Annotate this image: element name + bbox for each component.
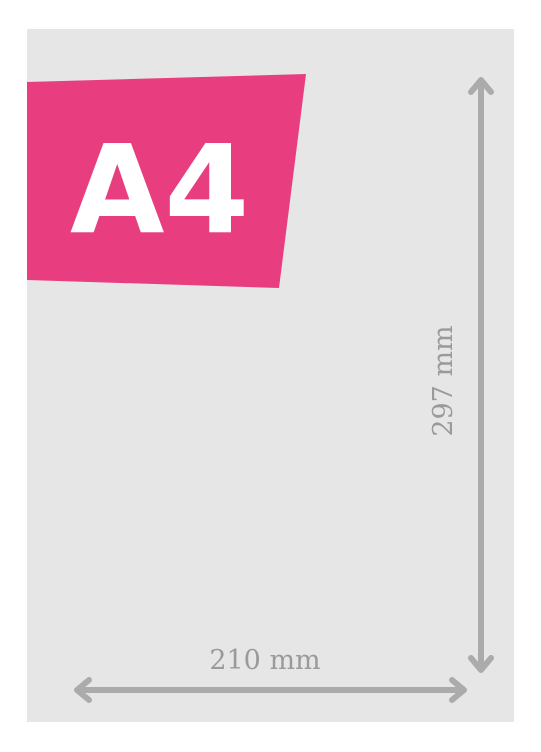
width-label: 210 mm <box>209 645 320 676</box>
format-label: A4 <box>70 119 249 261</box>
height-label: 297 mm <box>428 325 459 436</box>
height-arrow <box>468 77 494 673</box>
width-arrow <box>74 677 467 703</box>
a4-diagram: A4 297 mm 210 mm <box>27 74 494 703</box>
